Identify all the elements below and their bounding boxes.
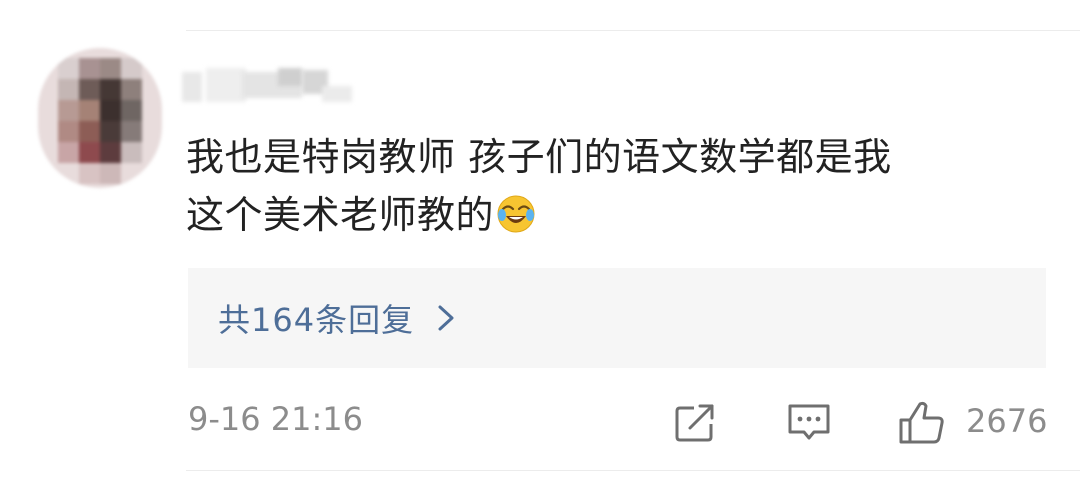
comment-line-2: 这个美术老师教的	[186, 186, 1046, 244]
comment-timestamp: 9-16 21:16	[188, 400, 364, 438]
username-blurred[interactable]	[182, 66, 362, 106]
replies-count-label: 共164条回复	[218, 301, 415, 339]
view-replies-button[interactable]: 共164条回复	[188, 268, 1046, 368]
chevron-right-icon	[438, 305, 454, 331]
bottom-divider	[186, 470, 1080, 471]
avatar[interactable]	[38, 48, 162, 188]
top-divider	[186, 30, 1080, 31]
share-icon[interactable]	[672, 400, 720, 444]
comment-text: 我也是特岗教师 孩子们的语文数学都是我 这个美术老师教的	[186, 128, 1046, 244]
cropped-toolbar-edge	[800, 0, 960, 6]
laugh-cry-emoji-icon	[497, 195, 535, 233]
like-button[interactable]: 2676	[896, 400, 1048, 444]
comment-line-1: 我也是特岗教师 孩子们的语文数学都是我	[186, 135, 892, 179]
like-count: 2676	[966, 402, 1048, 440]
comment-line-2-text: 这个美术老师教的	[186, 193, 495, 237]
comment-icon[interactable]	[784, 400, 834, 444]
thumbs-up-icon	[899, 401, 944, 444]
